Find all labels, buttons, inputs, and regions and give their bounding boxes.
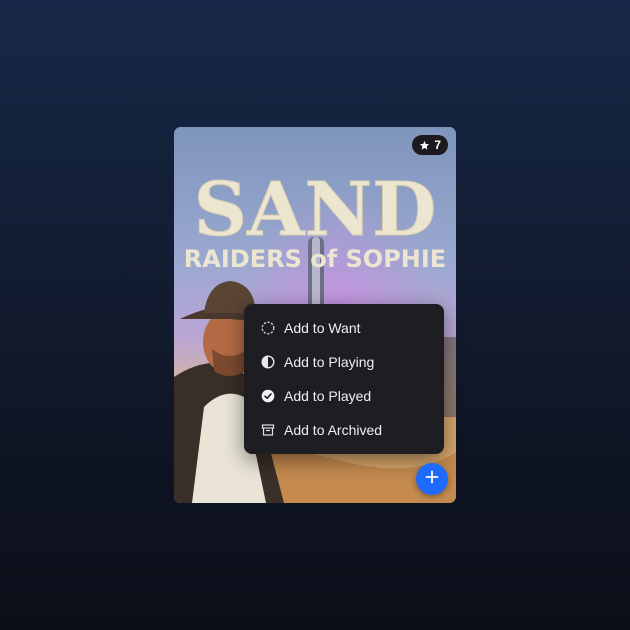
rating-badge: 7: [412, 135, 448, 155]
star-icon: [419, 140, 430, 151]
menu-item-label: Add to Want: [284, 320, 361, 336]
archive-box-icon: [260, 422, 276, 438]
cover-title-text: SAND: [194, 167, 437, 253]
menu-item-add-to-played[interactable]: Add to Played: [244, 379, 444, 413]
plus-icon: [425, 470, 439, 489]
menu-item-label: Add to Archived: [284, 422, 383, 438]
menu-item-add-to-archived[interactable]: Add to Archived: [244, 413, 444, 447]
menu-item-add-to-want[interactable]: Add to Want: [244, 311, 444, 345]
half-circle-icon: [260, 354, 276, 370]
cover-subtitle-text: RAIDERS of SOPHIE: [184, 245, 446, 273]
menu-item-label: Add to Playing: [284, 354, 375, 370]
menu-item-add-to-playing[interactable]: Add to Playing: [244, 345, 444, 379]
add-to-list-button[interactable]: [416, 463, 448, 495]
dashed-circle-icon: [260, 320, 276, 336]
rating-value: 7: [434, 138, 441, 152]
menu-item-label: Add to Played: [284, 388, 372, 404]
check-circle-icon: [260, 388, 276, 404]
add-to-list-menu: Add to Want Add to Playing Add to Played…: [244, 304, 444, 454]
